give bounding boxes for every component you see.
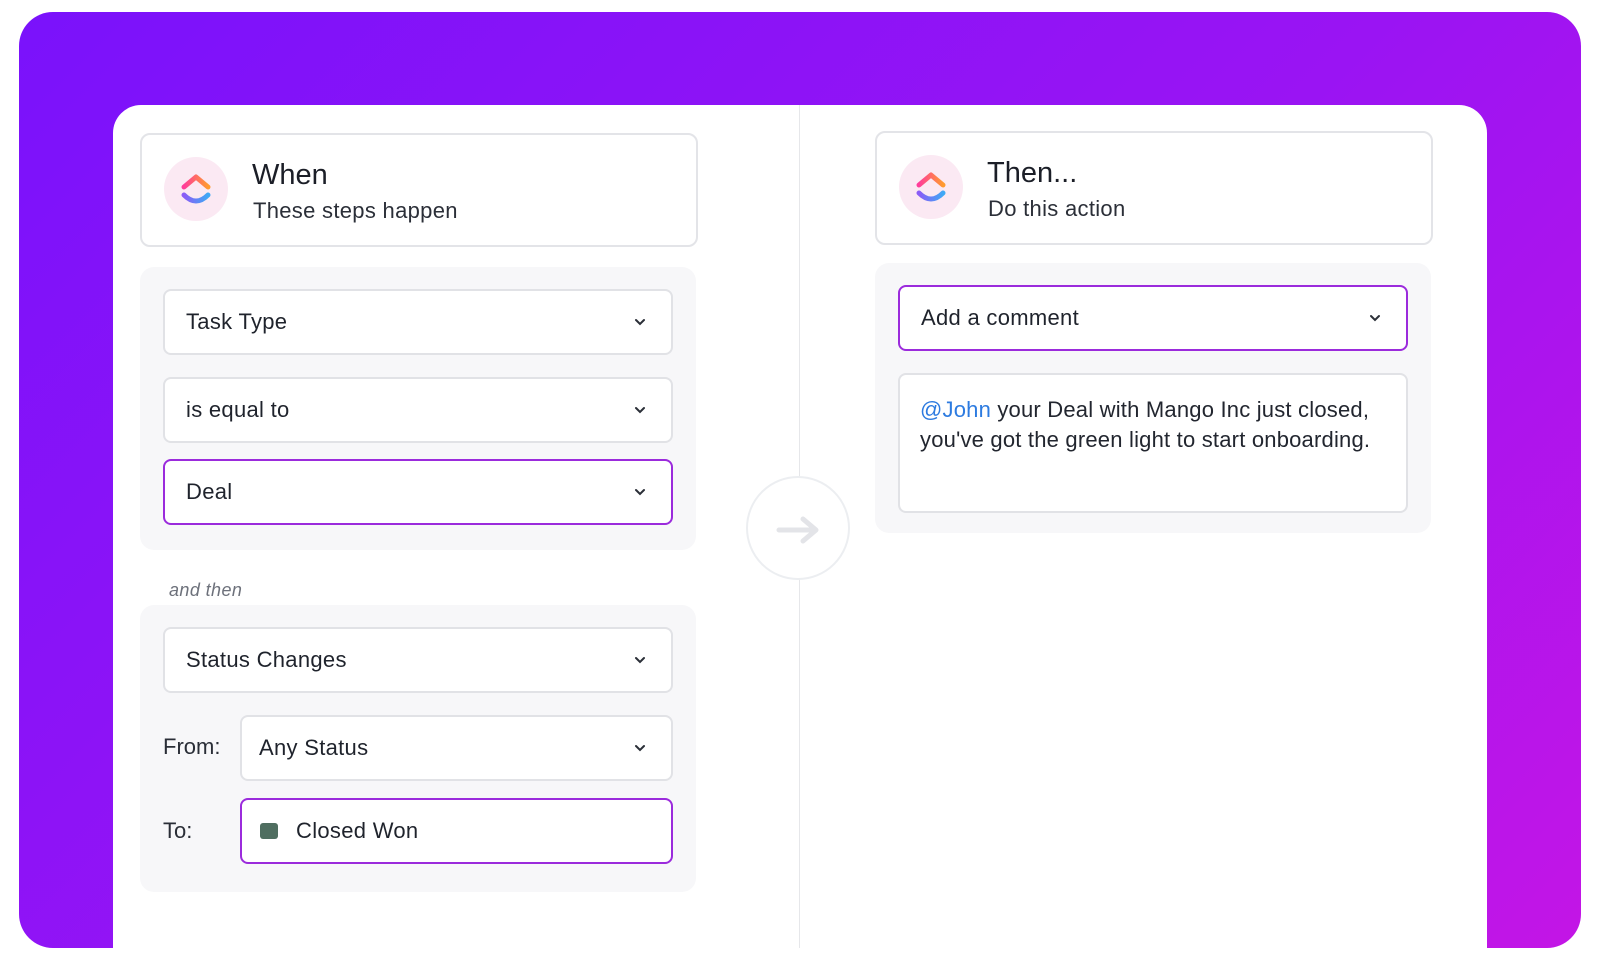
trigger-select[interactable]: Status Changes bbox=[163, 627, 673, 693]
then-header: Then... Do this action bbox=[875, 131, 1433, 245]
action-select[interactable]: Add a comment bbox=[898, 285, 1408, 351]
to-status-select[interactable]: Closed Won bbox=[240, 798, 673, 864]
action-group: Add a comment @John your Deal with Mango… bbox=[875, 263, 1431, 533]
when-title: When bbox=[252, 159, 328, 191]
chevron-down-icon bbox=[635, 657, 645, 664]
chevron-down-icon bbox=[635, 745, 645, 752]
condition-group: Task Type is equal to Deal bbox=[140, 267, 696, 550]
status-color-swatch bbox=[260, 823, 278, 839]
flow-arrow bbox=[746, 476, 850, 580]
value-select[interactable]: Deal bbox=[163, 459, 673, 525]
select-label: is equal to bbox=[186, 397, 290, 422]
from-label: From: bbox=[163, 734, 221, 759]
trigger-group: Status Changes From: Any Status To: Clos… bbox=[140, 605, 696, 892]
select-label: Deal bbox=[186, 479, 233, 504]
select-label: Status Changes bbox=[186, 647, 347, 672]
clickup-logo-icon bbox=[164, 157, 228, 221]
chevron-down-icon bbox=[635, 319, 645, 326]
task-type-select[interactable]: Task Type bbox=[163, 289, 673, 355]
select-label: Closed Won bbox=[296, 818, 419, 843]
when-subtitle: These steps happen bbox=[253, 198, 458, 223]
gradient-frame: When These steps happen Task Type is equ… bbox=[19, 12, 1581, 948]
when-header: When These steps happen bbox=[140, 133, 698, 247]
select-label: Task Type bbox=[186, 309, 288, 334]
operator-select[interactable]: is equal to bbox=[163, 377, 673, 443]
then-subtitle: Do this action bbox=[988, 196, 1126, 221]
chevron-down-icon bbox=[635, 489, 645, 496]
select-label: Add a comment bbox=[921, 305, 1079, 330]
chevron-down-icon bbox=[635, 407, 645, 414]
then-title: Then... bbox=[987, 157, 1078, 189]
clickup-logo-icon bbox=[899, 155, 963, 219]
from-status-select[interactable]: Any Status bbox=[240, 715, 673, 781]
connector-label: and then bbox=[169, 580, 243, 600]
to-label: To: bbox=[163, 818, 193, 843]
select-label: Any Status bbox=[259, 735, 369, 760]
automation-panel: When These steps happen Task Type is equ… bbox=[113, 105, 1487, 948]
chevron-down-icon bbox=[1370, 315, 1380, 322]
mention-link[interactable]: @John bbox=[920, 397, 991, 422]
arrow-right-icon bbox=[776, 516, 819, 544]
comment-textarea[interactable]: @John your Deal with Mango Inc just clos… bbox=[898, 373, 1408, 513]
